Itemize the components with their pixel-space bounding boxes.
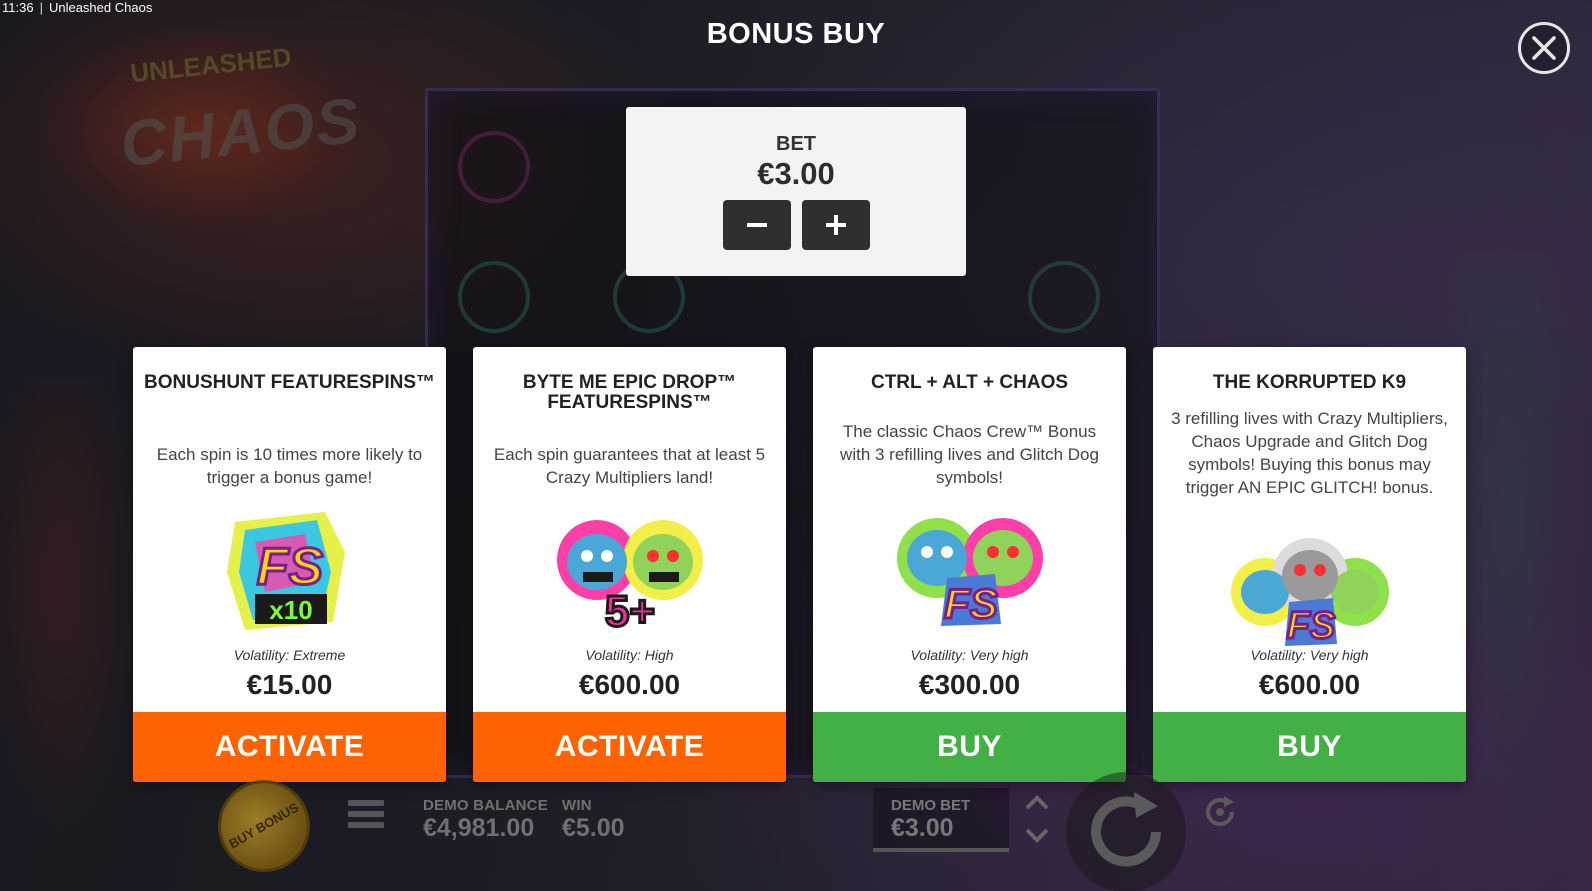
fs-duo-icon: FS — [896, 518, 1043, 629]
card-volatility: Volatility: High — [585, 647, 674, 663]
clock: 11:36 — [2, 0, 34, 15]
bet-decrease-button[interactable] — [722, 200, 791, 250]
hamburger-menu-icon[interactable] — [348, 800, 384, 828]
card-volatility: Volatility: Very high — [1250, 647, 1369, 663]
card-description: Each spin guarantees that at least 5 Cra… — [493, 445, 766, 487]
status-bar: 11:36 | Unleashed Chaos — [0, 0, 153, 15]
bet-value: €3.00 — [757, 156, 835, 191]
win-label: WIN — [562, 797, 592, 814]
bonus-card-bonushunt: BONUSHUNT FEATURESPINS™ Each spin is 10 … — [133, 347, 446, 782]
demo-bet-value: €3.00 — [891, 814, 954, 842]
plus-icon — [825, 215, 846, 235]
bonus-card-ctrl-alt-chaos: CTRL + ALT + CHAOS The classic Chaos Cre… — [813, 347, 1126, 782]
bet-increase-button[interactable] — [801, 200, 870, 250]
fs-multiplier-label: x10 — [269, 595, 312, 625]
card-price: €600.00 — [578, 669, 681, 700]
card-title: THE KORRUPTED K9 — [1212, 372, 1407, 393]
modal-title: BONUS BUY — [706, 18, 886, 50]
buy-bonus-button[interactable]: BUY BONUS — [201, 763, 327, 889]
activate-button[interactable]: ACTIVATE — [133, 712, 446, 782]
bonus-card-korrupted-k9: THE KORRUPTED K9 3 refilling lives with … — [1153, 347, 1466, 782]
card-price: €300.00 — [918, 669, 1021, 700]
bet-label: BET — [776, 133, 816, 155]
card-description: The classic Chaos Crew™ Bonus with 3 ref… — [840, 422, 1099, 487]
spin-icon — [1091, 792, 1161, 867]
win-display: WIN €5.00 — [562, 797, 625, 843]
card-volatility: Volatility: Extreme — [233, 647, 346, 663]
card-price: €600.00 — [1258, 669, 1361, 700]
card-title: CTRL + ALT + CHAOS — [870, 372, 1069, 393]
bonus-card-byte-me: BYTE ME EPIC DROP™ FEATURESPINS™ Each sp… — [473, 347, 786, 782]
status-separator: | — [39, 0, 43, 15]
bet-panel: BET €3.00 — [626, 107, 966, 276]
win-value: €5.00 — [562, 814, 625, 842]
fs-trio-icon: FS — [1230, 538, 1389, 649]
fs-label: FS — [256, 538, 323, 596]
demo-balance-label: DEMO BALANCE — [423, 797, 548, 814]
window-title: Unleashed Chaos — [48, 0, 153, 15]
card-price: €15.00 — [246, 669, 333, 700]
close-icon — [1532, 36, 1556, 60]
buy-bonus-label: BUY BONUS — [226, 799, 302, 852]
five-plus-icon: 5+ — [556, 520, 703, 632]
bottom-hud: BUY BONUS DEMO BALANCE €4,981.00 WIN €5.… — [0, 763, 1592, 891]
demo-balance: DEMO BALANCE €4,981.00 — [423, 797, 548, 843]
demo-bet-display[interactable]: DEMO BET €3.00 — [873, 788, 1009, 852]
up-down-chevron-icon[interactable] — [1023, 794, 1051, 844]
five-plus-label: 5+ — [604, 587, 654, 632]
close-button[interactable] — [1518, 22, 1570, 74]
card-title: BYTE ME EPIC DROP™ FEATURESPINS™ — [522, 372, 737, 413]
card-description: Each spin is 10 times more likely to tri… — [156, 445, 423, 487]
buy-button[interactable]: BUY — [1153, 712, 1466, 782]
fs-label: FS — [1286, 605, 1335, 647]
card-title: BONUSHUNT FEATURESPINS™ — [144, 372, 435, 393]
autoplay-icon[interactable] — [1202, 794, 1238, 830]
activate-button[interactable]: ACTIVATE — [473, 712, 786, 782]
fs-label: FS — [944, 580, 998, 627]
card-volatility: Volatility: Very high — [910, 647, 1029, 663]
demo-balance-value: €4,981.00 — [423, 814, 535, 842]
demo-bet-label: DEMO BET — [891, 797, 971, 814]
buy-button[interactable]: BUY — [813, 712, 1126, 782]
spin-button[interactable] — [1066, 772, 1186, 891]
fs-x10-icon: FS x10 — [226, 512, 345, 630]
card-description: 3 refilling lives with Crazy Multipliers… — [1171, 409, 1448, 497]
minus-icon — [746, 223, 767, 227]
